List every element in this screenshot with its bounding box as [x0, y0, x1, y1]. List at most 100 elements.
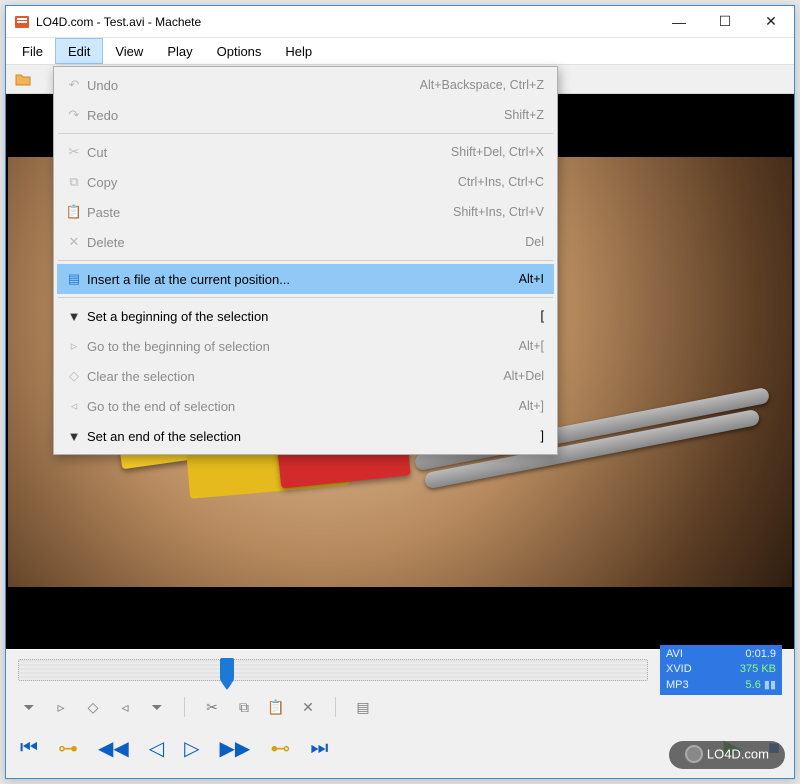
edit-toolbar: ⏷ ▹ ◇ ◃ ⏷ ✂ ⧉ 📋 ✕ ▤ — [6, 690, 794, 724]
app-icon — [14, 14, 30, 30]
menu-separator — [58, 297, 553, 298]
seek-row: AVI 0:01.9 XVID 375 KB MP3 5.6 ▮▮ — [6, 650, 794, 690]
menu-item-set-selection-end[interactable]: ▼ Set an end of the selection ] — [57, 421, 554, 451]
watermark-text: LO4D.com — [707, 746, 769, 761]
menu-item-shortcut: Shift+Del, Ctrl+X — [451, 145, 544, 159]
watermark: LO4D.com — [669, 741, 785, 769]
step-back-icon[interactable]: ◀◀ — [98, 736, 129, 761]
pause-indicator-icon: ▮▮ — [764, 679, 776, 691]
menu-item-label: Undo — [87, 78, 420, 93]
redo-icon: ↷ — [61, 107, 87, 123]
menu-item-label: Paste — [87, 205, 453, 220]
paste-icon: 📋 — [61, 204, 87, 220]
menu-item-label: Delete — [87, 235, 525, 250]
menu-item-shortcut: Alt+I — [519, 272, 544, 286]
menu-item-shortcut: Alt+Backspace, Ctrl+Z — [420, 78, 544, 92]
cut-icon: ✂ — [61, 144, 87, 160]
menu-item-shortcut: Ctrl+Ins, Ctrl+C — [458, 175, 544, 189]
menu-item-goto-selection-begin[interactable]: ▹ Go to the beginning of selection Alt+[ — [57, 331, 554, 361]
next-frame-icon[interactable]: ▷ — [184, 736, 199, 761]
menu-item-shortcut: Alt+[ — [519, 339, 544, 353]
main-window: LO4D.com - Test.avi - Machete — ☐ ✕ File… — [5, 5, 795, 779]
menu-help[interactable]: Help — [273, 38, 324, 64]
info-vcodec: XVID — [666, 663, 692, 676]
info-size: 375 — [740, 663, 758, 675]
menu-item-goto-selection-end[interactable]: ◃ Go to the end of selection Alt+] — [57, 391, 554, 421]
menu-item-redo[interactable]: ↷ Redo Shift+Z — [57, 100, 554, 130]
menu-item-cut[interactable]: ✂ Cut Shift+Del, Ctrl+X — [57, 137, 554, 167]
info-bitrate: 5.6 — [746, 679, 761, 691]
prev-frame-icon[interactable]: ◁ — [149, 736, 164, 761]
clear-selection-icon: ◇ — [61, 368, 87, 384]
menu-item-label: Copy — [87, 175, 458, 190]
menu-item-shortcut: Alt+] — [519, 399, 544, 413]
menu-item-delete[interactable]: ✕ Delete Del — [57, 227, 554, 257]
info-acodec: MP3 — [666, 679, 689, 692]
next-keyframe-icon[interactable]: ⊷ — [270, 736, 290, 761]
menu-item-shortcut: Shift+Ins, Ctrl+V — [453, 205, 544, 219]
goto-begin-icon: ▹ — [61, 338, 87, 354]
menu-item-label: Set an end of the selection — [87, 429, 541, 444]
menu-view[interactable]: View — [103, 38, 155, 64]
selection-end-icon[interactable]: ⏷ — [148, 699, 166, 716]
clear-selection-icon[interactable]: ◇ — [84, 699, 102, 716]
menu-item-copy[interactable]: ⧉ Copy Ctrl+Ins, Ctrl+C — [57, 167, 554, 197]
goto-end-icon[interactable]: ◃ — [116, 699, 134, 716]
menu-item-label: Set a beginning of the selection — [87, 309, 541, 324]
selection-begin-icon[interactable]: ⏷ — [20, 699, 38, 716]
save-segment-icon[interactable]: ▤ — [354, 699, 372, 716]
maximize-button[interactable]: ☐ — [702, 6, 748, 38]
selection-begin-icon: ▼ — [61, 309, 87, 324]
cut-icon[interactable]: ✂ — [203, 699, 221, 716]
info-container: AVI — [666, 648, 683, 661]
skip-end-icon[interactable]: ⏭ — [310, 737, 328, 760]
close-button[interactable]: ✕ — [748, 6, 794, 38]
menu-item-insert-file[interactable]: ▤ Insert a file at the current position.… — [57, 264, 554, 294]
menu-separator — [58, 133, 553, 134]
copy-icon: ⧉ — [61, 174, 87, 190]
menu-item-label: Go to the end of selection — [87, 399, 519, 414]
menu-item-set-selection-begin[interactable]: ▼ Set a beginning of the selection [ — [57, 301, 554, 331]
menu-bar: File Edit View Play Options Help — [6, 38, 794, 64]
minimize-button[interactable]: — — [656, 6, 702, 38]
menu-item-label: Insert a file at the current position... — [87, 272, 519, 287]
copy-icon[interactable]: ⧉ — [235, 699, 253, 716]
menu-file[interactable]: File — [10, 38, 55, 64]
info-size-unit: KB — [761, 663, 776, 675]
seek-thumb[interactable] — [220, 658, 234, 684]
watermark-logo-icon — [685, 745, 703, 763]
menu-item-undo[interactable]: ↶ Undo Alt+Backspace, Ctrl+Z — [57, 70, 554, 100]
paste-icon[interactable]: 📋 — [267, 699, 285, 716]
menu-item-paste[interactable]: 📋 Paste Shift+Ins, Ctrl+V — [57, 197, 554, 227]
step-forward-icon[interactable]: ▶▶ — [220, 736, 251, 761]
menu-separator — [58, 260, 553, 261]
menu-item-shortcut: Shift+Z — [504, 108, 544, 122]
toolbar-divider — [184, 697, 185, 717]
menu-item-clear-selection[interactable]: ◇ Clear the selection Alt+Del — [57, 361, 554, 391]
menu-play[interactable]: Play — [155, 38, 204, 64]
goto-begin-icon[interactable]: ▹ — [52, 699, 70, 716]
menu-item-shortcut: [ — [541, 309, 544, 323]
menu-options[interactable]: Options — [205, 38, 274, 64]
toolbar-divider — [335, 697, 336, 717]
prev-keyframe-icon[interactable]: ⊶ — [58, 736, 78, 761]
menu-edit[interactable]: Edit — [55, 38, 103, 64]
window-title: LO4D.com - Test.avi - Machete — [36, 15, 656, 29]
goto-end-icon: ◃ — [61, 398, 87, 414]
menu-item-label: Clear the selection — [87, 369, 503, 384]
info-time: 0:01.9 — [745, 648, 776, 661]
seek-bar[interactable] — [18, 659, 648, 681]
open-file-icon[interactable] — [12, 68, 34, 90]
menu-item-shortcut: ] — [541, 429, 544, 443]
undo-icon: ↶ — [61, 77, 87, 93]
insert-file-icon: ▤ — [61, 271, 87, 287]
menu-item-label: Redo — [87, 108, 504, 123]
menu-item-shortcut: Alt+Del — [503, 369, 544, 383]
info-panel: AVI 0:01.9 XVID 375 KB MP3 5.6 ▮▮ — [660, 645, 782, 695]
title-bar: LO4D.com - Test.avi - Machete — ☐ ✕ — [6, 6, 794, 38]
delete-icon: ✕ — [61, 234, 87, 250]
delete-icon[interactable]: ✕ — [299, 699, 317, 716]
selection-end-icon: ▼ — [61, 429, 87, 444]
skip-start-icon[interactable]: ⏮ — [20, 737, 38, 760]
edit-menu-dropdown: ↶ Undo Alt+Backspace, Ctrl+Z ↷ Redo Shif… — [53, 66, 558, 455]
